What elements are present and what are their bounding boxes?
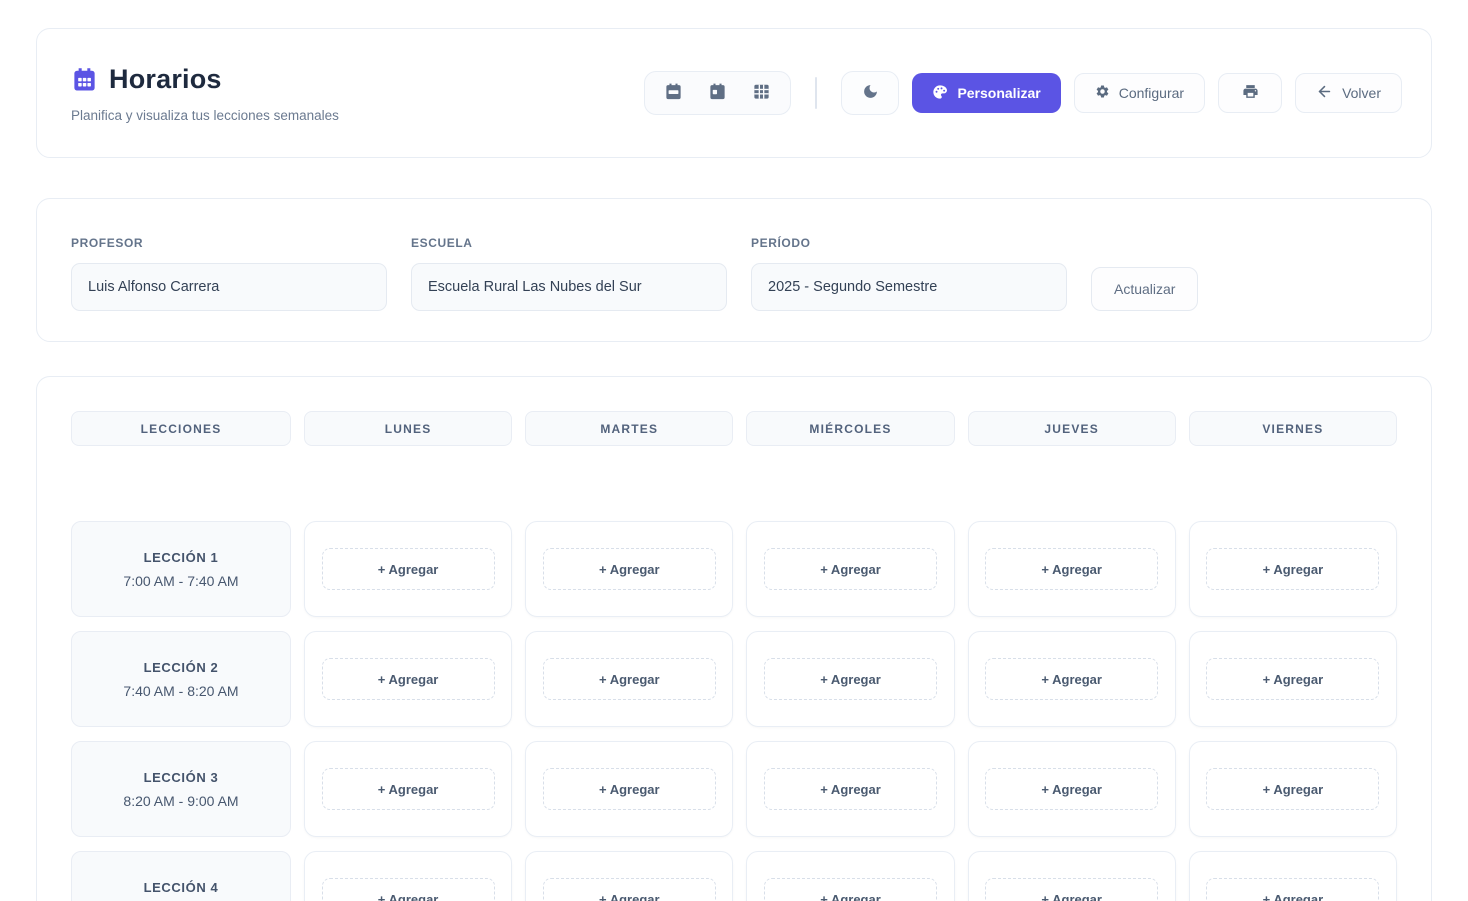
lesson-time: 8:20 AM - 9:00 AM: [123, 793, 238, 809]
dark-mode-toggle[interactable]: [841, 71, 899, 115]
column-header-lecciones: LECCIONES: [71, 411, 291, 446]
add-lesson-button[interactable]: + Agregar: [764, 658, 937, 700]
professor-input[interactable]: [71, 263, 387, 311]
calendar-day-view-button[interactable]: [708, 82, 727, 104]
school-input[interactable]: [411, 263, 727, 311]
personalize-button-label: Personalizar: [957, 85, 1040, 101]
add-lesson-button[interactable]: + Agregar: [1206, 768, 1379, 810]
column-header-miercoles: MIÉRCOLES: [746, 411, 954, 446]
add-lesson-button[interactable]: + Agregar: [764, 768, 937, 810]
schedule-cell-viernes-3: + Agregar: [1189, 741, 1397, 837]
add-lesson-button[interactable]: + Agregar: [322, 768, 495, 810]
schedule-card: LECCIONES LUNES MARTES MIÉRCOLES JUEVES VIERN…: [36, 376, 1432, 901]
school-field-group: ESCUELA: [411, 236, 727, 311]
schedule-cell-miercoles-1: + Agregar: [746, 521, 954, 617]
page-title: Horarios: [109, 64, 222, 95]
configure-button-label: Configurar: [1119, 85, 1184, 101]
schedule-cell-jueves-4: + Agregar: [968, 851, 1176, 901]
add-lesson-button[interactable]: + Agregar: [764, 548, 937, 590]
page: Horarios Planifica y visualiza tus lecci…: [0, 0, 1468, 901]
view-toggle-group: [644, 71, 791, 115]
schedule-cell-martes-1: + Agregar: [525, 521, 733, 617]
printer-icon: [1242, 83, 1259, 103]
lesson-name: LECCIÓN 2: [144, 660, 219, 675]
lesson-name: LECCIÓN 3: [144, 770, 219, 785]
schedule-cell-miercoles-4: + Agregar: [746, 851, 954, 901]
moon-icon: [862, 83, 879, 103]
page-subtitle: Planifica y visualiza tus lecciones sema…: [71, 108, 339, 123]
column-header-martes: MARTES: [525, 411, 733, 446]
lesson-name: LECCIÓN 1: [144, 550, 219, 565]
update-button[interactable]: Actualizar: [1091, 267, 1198, 311]
schedule-cell-lunes-3: + Agregar: [304, 741, 512, 837]
add-lesson-button[interactable]: + Agregar: [543, 548, 716, 590]
grid-view-button[interactable]: [752, 82, 771, 104]
column-header-lunes: LUNES: [304, 411, 512, 446]
schedule-cell-martes-4: + Agregar: [525, 851, 733, 901]
schedule-grid: LECCIONES LUNES MARTES MIÉRCOLES JUEVES VIERN…: [71, 411, 1397, 901]
schedule-cell-martes-3: + Agregar: [525, 741, 733, 837]
period-field-group: PERÍODO: [751, 236, 1067, 311]
add-lesson-button[interactable]: + Agregar: [322, 548, 495, 590]
arrow-left-icon: [1316, 83, 1333, 103]
lesson-name: LECCIÓN 4: [144, 880, 219, 895]
lesson-info-cell: LECCIÓN 3 8:20 AM - 9:00 AM: [71, 741, 291, 837]
calendar-title-icon: [71, 66, 98, 93]
lesson-info-cell: LECCIÓN 2 7:40 AM - 8:20 AM: [71, 631, 291, 727]
schedule-cell-miercoles-2: + Agregar: [746, 631, 954, 727]
add-lesson-button[interactable]: + Agregar: [985, 768, 1158, 810]
add-lesson-button[interactable]: + Agregar: [322, 878, 495, 901]
professor-label: PROFESOR: [71, 236, 387, 250]
schedule-cell-lunes-1: + Agregar: [304, 521, 512, 617]
configure-button[interactable]: Configurar: [1074, 73, 1205, 113]
gear-icon: [1095, 84, 1110, 102]
calendar-week-view-button[interactable]: [664, 82, 683, 104]
period-input[interactable]: [751, 263, 1067, 311]
lesson-time: 7:00 AM - 7:40 AM: [123, 573, 238, 589]
schedule-cell-lunes-2: + Agregar: [304, 631, 512, 727]
add-lesson-button[interactable]: + Agregar: [1206, 878, 1379, 901]
school-label: ESCUELA: [411, 236, 727, 250]
add-lesson-button[interactable]: + Agregar: [543, 658, 716, 700]
add-lesson-button[interactable]: + Agregar: [543, 768, 716, 810]
add-lesson-button[interactable]: + Agregar: [1206, 548, 1379, 590]
professor-field-group: PROFESOR: [71, 236, 387, 311]
header-card: Horarios Planifica y visualiza tus lecci…: [36, 28, 1432, 158]
column-header-jueves: JUEVES: [968, 411, 1176, 446]
print-button[interactable]: [1218, 73, 1282, 113]
lesson-info-cell: LECCIÓN 1 7:00 AM - 7:40 AM: [71, 521, 291, 617]
title-block: Horarios Planifica y visualiza tus lecci…: [71, 64, 339, 123]
add-lesson-button[interactable]: + Agregar: [985, 548, 1158, 590]
calendar-week-view-icon: [664, 82, 683, 104]
add-lesson-button[interactable]: + Agregar: [985, 878, 1158, 901]
schedule-cell-jueves-1: + Agregar: [968, 521, 1176, 617]
schedule-cell-viernes-4: + Agregar: [1189, 851, 1397, 901]
add-lesson-button[interactable]: + Agregar: [543, 878, 716, 901]
personalize-button[interactable]: Personalizar: [912, 73, 1060, 113]
filters-card: PROFESOR ESCUELA PERÍODO Actualizar: [36, 198, 1432, 342]
add-lesson-button[interactable]: + Agregar: [1206, 658, 1379, 700]
schedule-cell-miercoles-3: + Agregar: [746, 741, 954, 837]
add-lesson-button[interactable]: + Agregar: [985, 658, 1158, 700]
back-button[interactable]: Volver: [1295, 73, 1402, 113]
schedule-cell-viernes-1: + Agregar: [1189, 521, 1397, 617]
palette-icon: [932, 84, 948, 103]
column-header-viernes: VIERNES: [1189, 411, 1397, 446]
schedule-cell-jueves-2: + Agregar: [968, 631, 1176, 727]
add-lesson-button[interactable]: + Agregar: [322, 658, 495, 700]
back-button-label: Volver: [1342, 85, 1381, 101]
schedule-cell-lunes-4: + Agregar: [304, 851, 512, 901]
period-label: PERÍODO: [751, 236, 1067, 250]
add-lesson-button[interactable]: + Agregar: [764, 878, 937, 901]
calendar-day-view-icon: [708, 82, 727, 104]
grid-view-icon: [752, 82, 771, 104]
schedule-cell-viernes-2: + Agregar: [1189, 631, 1397, 727]
lesson-info-cell: LECCIÓN 49:00 AM - 9:40 AM: [71, 851, 291, 901]
schedule-cell-jueves-3: + Agregar: [968, 741, 1176, 837]
toolbar-divider: [815, 77, 817, 109]
header-controls: Personalizar Configurar: [644, 71, 1402, 115]
schedule-cell-martes-2: + Agregar: [525, 631, 733, 727]
lesson-time: 7:40 AM - 8:20 AM: [123, 683, 238, 699]
